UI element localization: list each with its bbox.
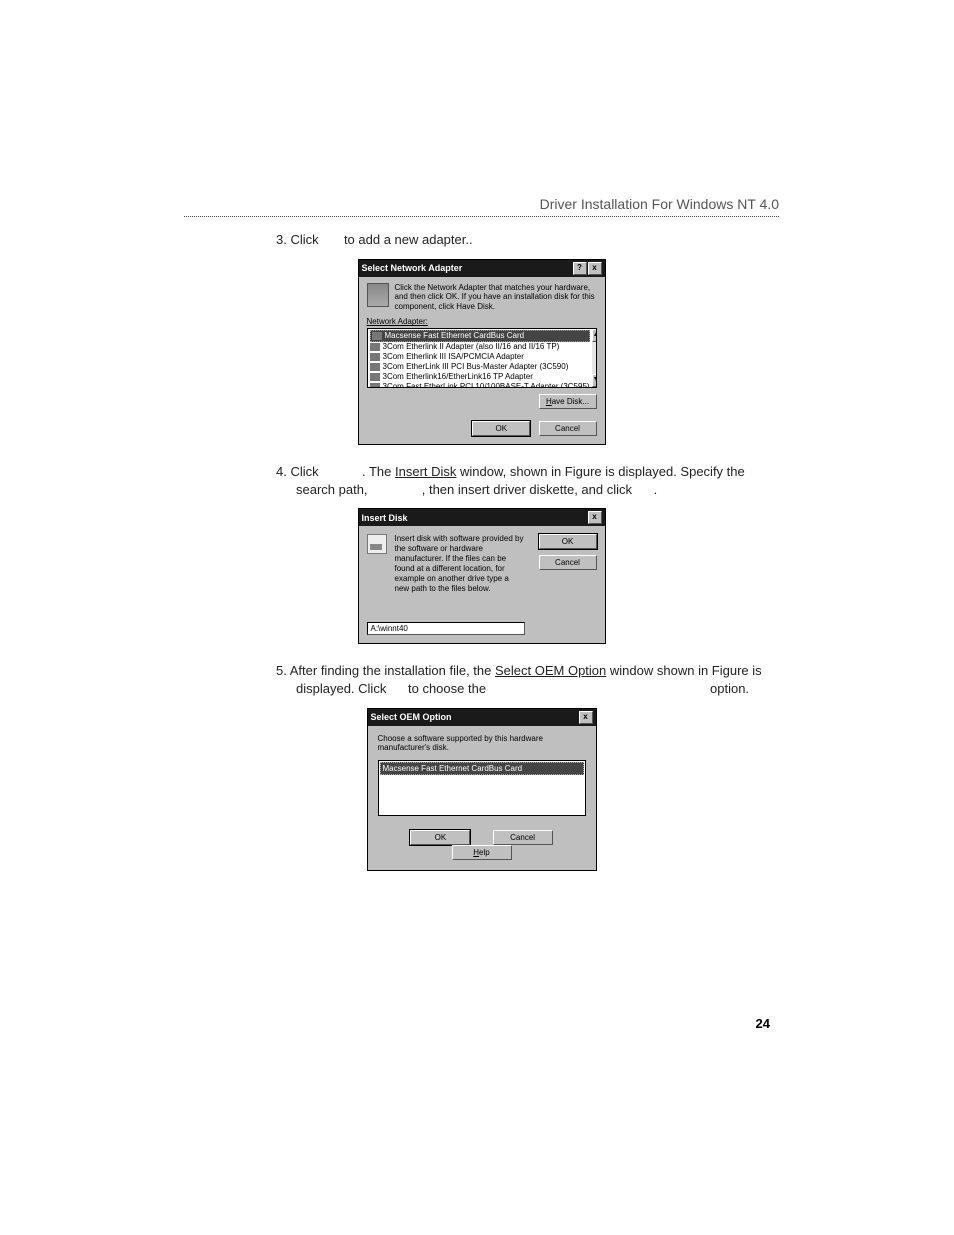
- list-item[interactable]: 3Com Etherlink III ISA/PCMCIA Adapter: [370, 352, 590, 362]
- list-label: Network Adapter:: [367, 317, 597, 326]
- step-text: to add a new adapter..: [344, 232, 473, 247]
- dialog-titlebar: Select Network Adapter ? x: [359, 260, 605, 277]
- insert-disk-dialog: Insert Disk x Insert disk with software …: [358, 508, 606, 644]
- scrollbar[interactable]: ▲ ▼: [592, 329, 597, 387]
- page-header: Driver Installation For Windows NT 4.0: [184, 196, 779, 212]
- oem-list[interactable]: Macsense Fast Ethernet CardBus Card: [378, 760, 586, 816]
- dialog-title: Select Network Adapter: [362, 263, 573, 273]
- adapter-item-icon: [370, 353, 380, 361]
- step-text: window, shown in Figure is displayed. Sp…: [460, 464, 745, 479]
- step-text: . The: [362, 464, 391, 479]
- step-text: displayed. Click: [296, 681, 386, 696]
- help-button[interactable]: Help: [452, 845, 512, 860]
- select-network-adapter-dialog: Select Network Adapter ? x Click the Net…: [358, 259, 606, 446]
- cancel-button[interactable]: Cancel: [539, 555, 597, 570]
- header-rule: [184, 216, 779, 217]
- adapter-icon: [367, 283, 389, 307]
- step-number: 5.: [276, 663, 287, 678]
- step-text: option.: [710, 681, 749, 696]
- disk-icon: [367, 534, 387, 554]
- step-3: 3. Click to add a new adapter..: [276, 231, 769, 249]
- cancel-button[interactable]: Cancel: [493, 830, 553, 845]
- help-icon[interactable]: ?: [573, 262, 587, 275]
- dialog-titlebar: Insert Disk x: [359, 509, 605, 526]
- adapter-item-icon: [370, 383, 380, 388]
- step-5: 5. After finding the installation file, …: [276, 662, 769, 697]
- adapter-item-icon: [370, 373, 380, 381]
- step-number: 3.: [276, 232, 287, 247]
- step-text: Click: [290, 232, 318, 247]
- dialog-message: Insert disk with software provided by th…: [395, 534, 525, 594]
- close-icon[interactable]: x: [579, 711, 593, 724]
- list-item[interactable]: 3Com Etherlink16/EtherLink16 TP Adapter: [370, 372, 590, 382]
- close-icon[interactable]: x: [588, 262, 602, 275]
- cancel-button[interactable]: Cancel: [539, 421, 597, 436]
- ok-button[interactable]: OK: [539, 534, 597, 549]
- step-text: window shown in Figure is: [610, 663, 762, 678]
- step-text: .: [654, 482, 658, 497]
- path-input[interactable]: A:\winnt40: [367, 622, 525, 635]
- dialog-titlebar: Select OEM Option x: [368, 709, 596, 726]
- dialog-title: Select OEM Option: [371, 712, 579, 722]
- adapter-item-icon: [372, 332, 382, 340]
- scroll-track[interactable]: [592, 342, 597, 374]
- page-number: 24: [756, 1016, 770, 1031]
- step-text: After finding the installation file, the: [290, 663, 492, 678]
- adapter-list[interactable]: Macsense Fast Ethernet CardBus Card 3Com…: [367, 328, 597, 388]
- dialog-title: Insert Disk: [362, 513, 588, 523]
- step-4: 4. Click . The Insert Disk window, shown…: [276, 463, 769, 498]
- dialog-message: Choose a software supported by this hard…: [378, 734, 586, 752]
- list-item[interactable]: Macsense Fast Ethernet CardBus Card: [370, 330, 590, 342]
- scroll-down-icon[interactable]: ▼: [592, 374, 597, 387]
- list-item[interactable]: Macsense Fast Ethernet CardBus Card: [380, 762, 584, 775]
- close-icon[interactable]: x: [588, 511, 602, 524]
- step-text: to choose the: [408, 681, 486, 696]
- list-item[interactable]: 3Com Etherlink II Adapter (also II/16 an…: [370, 342, 590, 352]
- select-oem-option-dialog: Select OEM Option x Choose a software su…: [367, 708, 597, 871]
- scroll-up-icon[interactable]: ▲: [592, 329, 597, 342]
- step-text: Click: [290, 464, 318, 479]
- ok-button[interactable]: OK: [410, 830, 470, 845]
- list-item[interactable]: 3Com Fast EtherLink PCI 10/100BASE-T Ada…: [370, 382, 590, 388]
- dialog-message: Click the Network Adapter that matches y…: [395, 283, 597, 312]
- step-text: Insert Disk: [395, 464, 456, 479]
- ok-button[interactable]: OK: [472, 421, 530, 436]
- adapter-item-icon: [370, 343, 380, 351]
- list-item[interactable]: 3Com EtherLink III PCI Bus-Master Adapte…: [370, 362, 590, 372]
- step-text: , then insert driver diskette, and click: [422, 482, 632, 497]
- have-disk-button[interactable]: Have Disk...: [539, 394, 597, 409]
- adapter-item-icon: [370, 363, 380, 371]
- step-number: 4.: [276, 464, 287, 479]
- step-text: Select OEM Option: [495, 663, 606, 678]
- step-text: search path,: [296, 482, 368, 497]
